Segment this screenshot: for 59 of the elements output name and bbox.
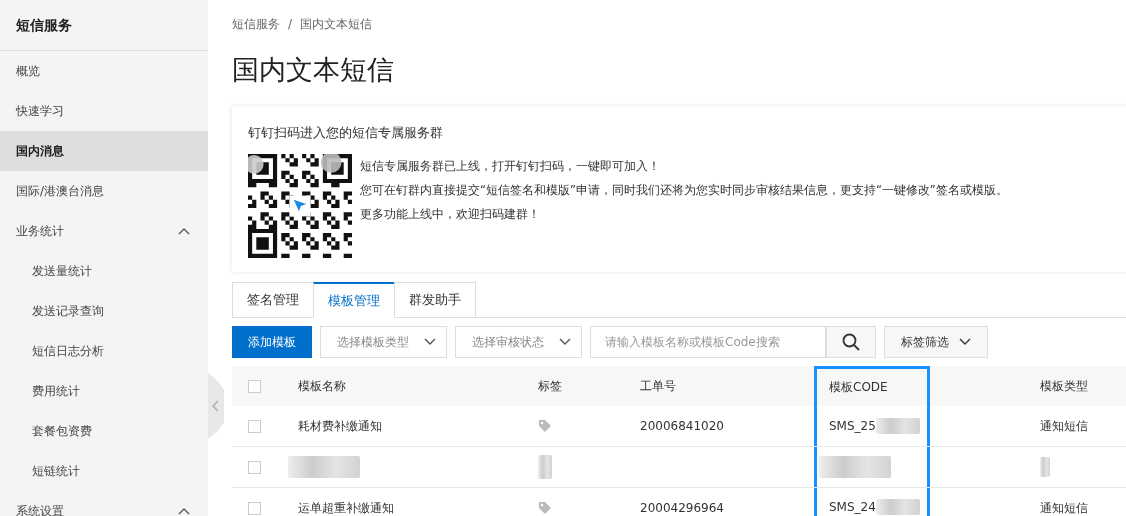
- redacted-block: [288, 456, 360, 478]
- search-button[interactable]: [826, 326, 876, 358]
- status-select[interactable]: 选择审核状态: [455, 326, 582, 358]
- column-header: 模板名称: [298, 377, 346, 395]
- sidebar-item[interactable]: 系统设置: [0, 491, 208, 516]
- breadcrumb-link[interactable]: 短信服务: [232, 15, 280, 33]
- tab[interactable]: 签名管理: [232, 282, 314, 318]
- add-template-button[interactable]: 添加模板: [232, 326, 312, 358]
- sidebar-item[interactable]: 快速学习: [0, 91, 208, 131]
- breadcrumb-separator: /: [288, 17, 293, 31]
- sidebar-subitem[interactable]: 套餐包资费: [0, 411, 208, 451]
- table-cell: 20004296964: [640, 501, 724, 515]
- column-header: 模板CODE: [829, 379, 888, 396]
- tag-filter-button[interactable]: 标签筛选: [884, 326, 988, 358]
- table-cell: SMS_24: [829, 499, 876, 514]
- redacted-block: [875, 418, 920, 434]
- search-field[interactable]: 请输入模板名称或模板Code搜索: [590, 326, 826, 358]
- chevron-down-icon: [959, 338, 971, 346]
- breadcrumb-link[interactable]: 国内文本短信: [300, 15, 373, 33]
- table-cell: 运单超重补缴通知: [298, 499, 394, 516]
- sidebar-subitem[interactable]: 费用统计: [0, 371, 208, 411]
- checkbox[interactable]: [248, 501, 261, 515]
- column-header: 工单号: [640, 377, 676, 395]
- table-cell: SMS_25: [829, 419, 876, 433]
- sidebar-subitem[interactable]: 短链统计: [0, 451, 208, 491]
- table-cell: 通知短信: [1040, 499, 1088, 516]
- column-header: 标签: [538, 377, 562, 395]
- checkbox[interactable]: [248, 419, 261, 433]
- page-title: 国内文本短信: [232, 53, 395, 87]
- sidebar-subitem[interactable]: 发送量统计: [0, 251, 208, 291]
- type-select[interactable]: 选择模板类型: [320, 326, 447, 358]
- table-cell: 通知短信: [1040, 417, 1088, 435]
- table-cell: 耗材费补缴通知: [298, 417, 382, 435]
- checkbox[interactable]: [248, 379, 261, 393]
- checkbox[interactable]: [248, 460, 261, 474]
- table-cell: 20006841020: [640, 419, 724, 433]
- sidebar-item[interactable]: 概览: [0, 51, 208, 91]
- sidebar-subitem[interactable]: 发送记录查询: [0, 291, 208, 331]
- redacted-block: [875, 498, 920, 515]
- search-icon: [842, 333, 860, 351]
- column-header: 模板类型: [1040, 377, 1088, 395]
- notice-text: 更多功能上线中，欢迎扫码建群！: [360, 208, 541, 220]
- sidebar-item[interactable]: 国内消息: [0, 131, 208, 171]
- redacted-block: [538, 455, 552, 479]
- tab[interactable]: 群发助手: [394, 282, 476, 318]
- sidebar-subitem[interactable]: 短信日志分析: [0, 331, 208, 371]
- notice-text: 您可在钉群内直接提交“短信签名和模版”申请，同时我们还将为您实时同步审核结果信息，更支持“一键修改”签名或模版。: [360, 184, 1008, 196]
- redacted-block: [1040, 457, 1050, 477]
- chevron-up-icon: [178, 227, 190, 235]
- chevron-down-icon: [424, 338, 436, 346]
- redacted-block: [819, 456, 891, 478]
- sidebar-title: 短信服务: [0, 0, 208, 51]
- sidebar-item[interactable]: 业务统计: [0, 211, 208, 251]
- tab[interactable]: 模板管理: [313, 282, 395, 318]
- notice-title: 钉钉扫码进入您的短信专属服务群: [248, 124, 444, 142]
- chevron-down-icon: [559, 338, 571, 346]
- chevron-up-icon: [178, 507, 190, 515]
- notice-text: 短信专属服务群已上线，打开钉钉扫码，一键即可加入！: [360, 160, 661, 172]
- sidebar-item[interactable]: 国际/港澳台消息: [0, 171, 208, 211]
